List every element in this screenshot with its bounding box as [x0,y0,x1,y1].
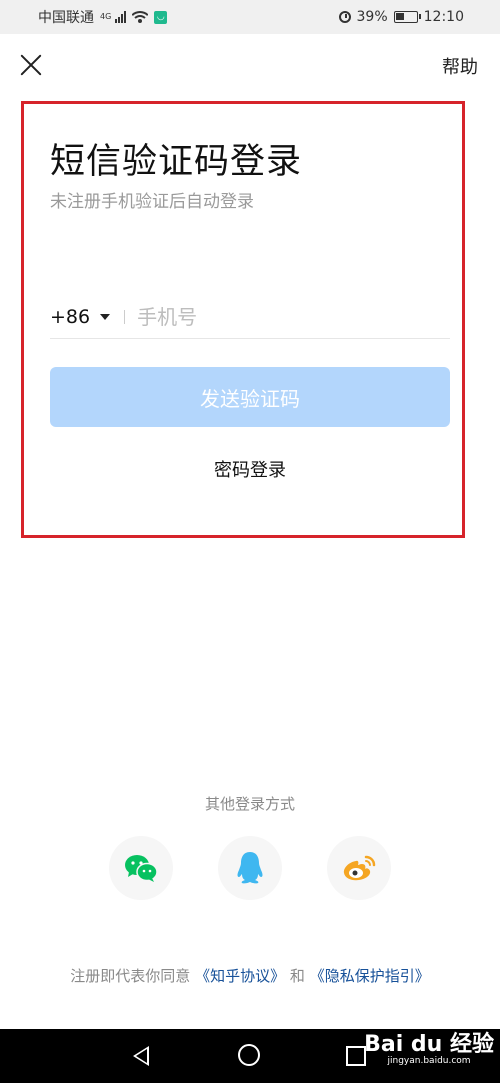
page-subtitle: 未注册手机验证后自动登录 [50,192,254,212]
divider [124,310,126,324]
close-icon[interactable] [18,52,44,78]
password-login-link[interactable]: 密码登录 [0,456,500,482]
caret-down-icon[interactable] [100,314,111,320]
qq-icon [237,852,263,884]
recent-apps-icon[interactable] [346,1046,366,1066]
agreement-and: 和 [289,967,305,985]
home-icon[interactable] [238,1044,260,1066]
signal-icon [115,11,127,23]
terms-link[interactable]: 《知乎协议》 [195,967,285,985]
watermark-main: Bai du 经验 [364,1032,494,1057]
agreement-text: 注册即代表你同意 《知乎协议》 和 《隐私保护指引》 [60,964,440,988]
weibo-login-button[interactable] [327,836,391,900]
clock: 12:10 [423,9,464,25]
privacy-link[interactable]: 《隐私保护指引》 [310,967,430,985]
send-code-button[interactable]: 发送验证码 [50,367,450,427]
phone-field-row: +86 [50,296,450,339]
battery-percent: 39% [356,9,388,25]
wifi-icon [132,11,149,23]
status-bar: 中国联通 4G ◡ 39% 12:10 [0,0,500,34]
app-notification-icon: ◡ [154,10,168,24]
status-left: 中国联通 4G ◡ [38,7,168,27]
other-login-label: 其他登录方式 [204,795,295,813]
agreement-prefix: 注册即代表你同意 [70,967,191,985]
battery-icon [393,11,421,23]
wechat-login-button[interactable] [109,836,173,900]
back-icon[interactable] [133,1046,149,1066]
country-code-selector[interactable]: +86 [50,306,90,328]
watermark-sub: jingyan.baidu.com [387,1056,471,1066]
status-right: 39% 12:10 [338,9,464,25]
qq-login-button[interactable] [218,836,282,900]
watermark: Bai du 经验 jingyan.baidu.com [364,1034,494,1067]
phone-input[interactable] [135,304,440,330]
weibo-icon [343,855,376,881]
carrier-name: 中国联通 [38,10,94,26]
help-link[interactable]: 帮助 [442,53,478,79]
network-type: 4G [100,12,112,21]
alarm-icon [338,11,351,23]
page-title: 短信验证码登录 [50,142,303,182]
wechat-icon [125,855,158,882]
